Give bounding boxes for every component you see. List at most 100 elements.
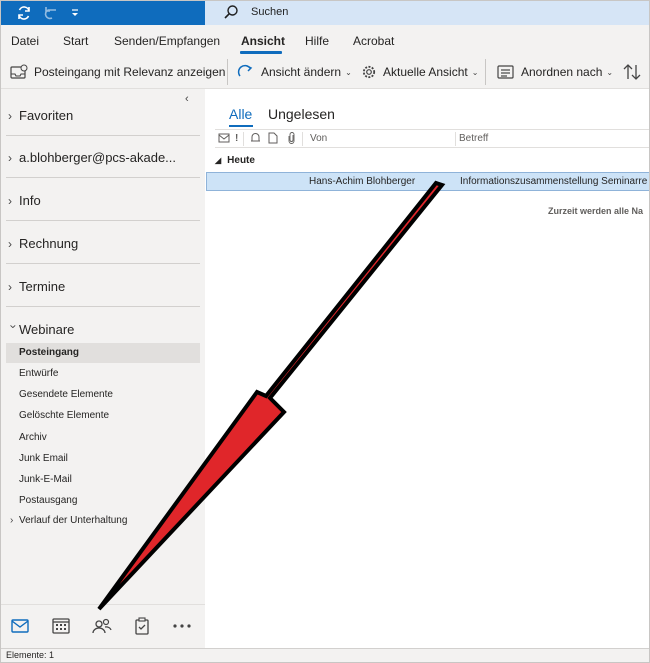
importance-icon[interactable]: ! [235,133,238,144]
ribbon-divider [485,59,486,85]
column-divider [243,132,244,146]
folder-geloeschte-elemente[interactable]: Gelöschte Elemente [19,410,109,421]
chevron-right-icon: › [10,515,14,526]
status-bar: Elemente: 1 [0,648,650,663]
module-nav-bar [0,604,205,648]
focused-inbox-icon [10,64,28,80]
message-subject: Informationszusammenstellung Seminarre [460,176,648,187]
collapse-pane-icon[interactable]: ‹ [185,93,189,105]
chevron-right-icon: › [8,150,12,165]
chevron-right-icon: › [8,108,12,123]
folder-pane: ‹ › Favoriten › a.blohberger@pcs-akade..… [0,89,205,604]
tab-senden-empfangen[interactable]: Senden/Empfangen [114,34,220,48]
ribbon: Posteingang mit Relevanz anzeigen Ansich… [0,55,650,89]
tab-acrobat[interactable]: Acrobat [353,34,394,48]
reminder-bell-icon[interactable] [250,132,261,147]
empty-list-notice: Zurzeit werden alle Na [548,206,644,216]
filter-unread[interactable]: Ungelesen [268,106,335,122]
folder-junk-email[interactable]: Junk Email [19,453,68,464]
arrange-icon [497,64,515,80]
folder-group-account[interactable]: › a.blohberger@pcs-akade... [8,150,176,165]
folder-group-label: Rechnung [19,236,79,251]
item-count: Elemente: 1 [6,650,55,660]
divider [6,263,200,264]
chevron-down-icon: ⌄ [471,67,479,77]
folder-group-label: a.blohberger@pcs-akade... [19,150,177,165]
arrange-by-button[interactable]: Anordnen nach ⌄ [497,62,613,82]
tab-ansicht[interactable]: Ansicht [241,34,285,48]
change-view-icon [237,64,255,80]
group-header-today[interactable]: ◢ Heute [215,155,255,166]
folder-group-favorites[interactable]: › Favoriten [8,108,73,123]
active-filter-indicator [229,125,253,127]
folder-verlauf-der-unterhaltung[interactable]: › Verlauf der Unterhaltung [10,515,127,526]
ribbon-divider [227,59,228,85]
divider [6,220,200,221]
column-divider [455,132,456,146]
tab-hilfe[interactable]: Hilfe [305,34,329,48]
tasks-icon[interactable] [131,615,153,637]
folder-entwuerfe[interactable]: Entwürfe [19,368,58,379]
icon-column-icon[interactable] [268,132,278,147]
chevron-right-icon: › [8,236,12,251]
mail-icon[interactable] [9,615,31,637]
attachment-icon[interactable] [287,132,296,147]
more-icon[interactable] [171,615,193,637]
folder-label: Verlauf der Unterhaltung [19,515,128,526]
change-view-button[interactable]: Ansicht ändern ⌄ [237,62,352,82]
people-icon[interactable] [91,615,113,637]
folder-group-label: Webinare [19,322,75,337]
folder-posteingang[interactable]: Posteingang [19,347,79,358]
gear-icon [361,64,377,80]
folder-group-label: Termine [19,279,66,294]
column-subject[interactable]: Betreff [459,133,488,144]
change-view-label: Ansicht ändern [261,65,342,79]
folder-postausgang[interactable]: Postausgang [19,495,77,506]
divider [6,306,200,307]
customize-dropdown-icon[interactable] [66,0,84,25]
chevron-down-icon: › [6,324,21,328]
collapse-triangle-icon: ◢ [215,156,222,165]
search-box[interactable]: Suchen [205,0,650,25]
focused-inbox-label: Posteingang mit Relevanz anzeigen [34,65,226,79]
filter-all[interactable]: Alle [229,106,252,122]
group-header-label: Heute [227,155,255,166]
folder-group-termine[interactable]: › Termine [8,279,65,294]
tab-datei[interactable]: Datei [11,34,39,48]
folder-group-rechnung[interactable]: › Rechnung [8,236,78,251]
folder-archiv[interactable]: Archiv [19,432,47,443]
message-row[interactable]: Hans-Achim Blohberger Informationszusamm… [206,172,650,191]
column-from[interactable]: Von [310,133,327,144]
search-icon [223,4,239,23]
menu-bar: Datei Start Senden/Empfangen Ansicht Hil… [0,25,650,55]
active-tab-indicator [240,51,282,54]
undo-icon[interactable] [40,0,62,25]
column-header: ! Von Betreff [215,129,650,148]
folder-gesendete-elemente[interactable]: Gesendete Elemente [19,389,113,400]
folder-group-info[interactable]: › Info [8,193,41,208]
folder-group-label: Favoriten [19,108,74,123]
column-divider [302,132,303,146]
message-sender: Hans-Achim Blohberger [309,176,416,187]
folder-group-webinare[interactable]: › Webinare [6,322,75,337]
search-placeholder[interactable]: Suchen [251,6,288,18]
current-view-button[interactable]: Aktuelle Ansicht ⌄ [361,62,478,82]
message-list: Alle Ungelesen ! Von Betreff ◢ Heute Hans… [205,89,650,648]
current-view-label: Aktuelle Ansicht [383,65,468,79]
sort-icon[interactable] [622,62,642,82]
chevron-right-icon: › [8,193,12,208]
title-bar: Suchen [0,0,650,25]
chevron-down-icon: ⌄ [345,67,352,77]
calendar-icon[interactable] [50,615,72,637]
folder-group-label: Info [19,193,41,208]
arrange-by-label: Anordnen nach [521,65,603,79]
sync-icon[interactable] [12,0,36,25]
reading-icon-column[interactable] [218,132,230,147]
divider [6,177,200,178]
folder-junk-e-mail[interactable]: Junk-E-Mail [19,474,72,485]
chevron-right-icon: › [8,279,12,294]
divider [6,135,200,136]
focused-inbox-button[interactable]: Posteingang mit Relevanz anzeigen [10,62,225,82]
tab-start[interactable]: Start [63,34,88,48]
chevron-down-icon: ⌄ [606,67,614,77]
